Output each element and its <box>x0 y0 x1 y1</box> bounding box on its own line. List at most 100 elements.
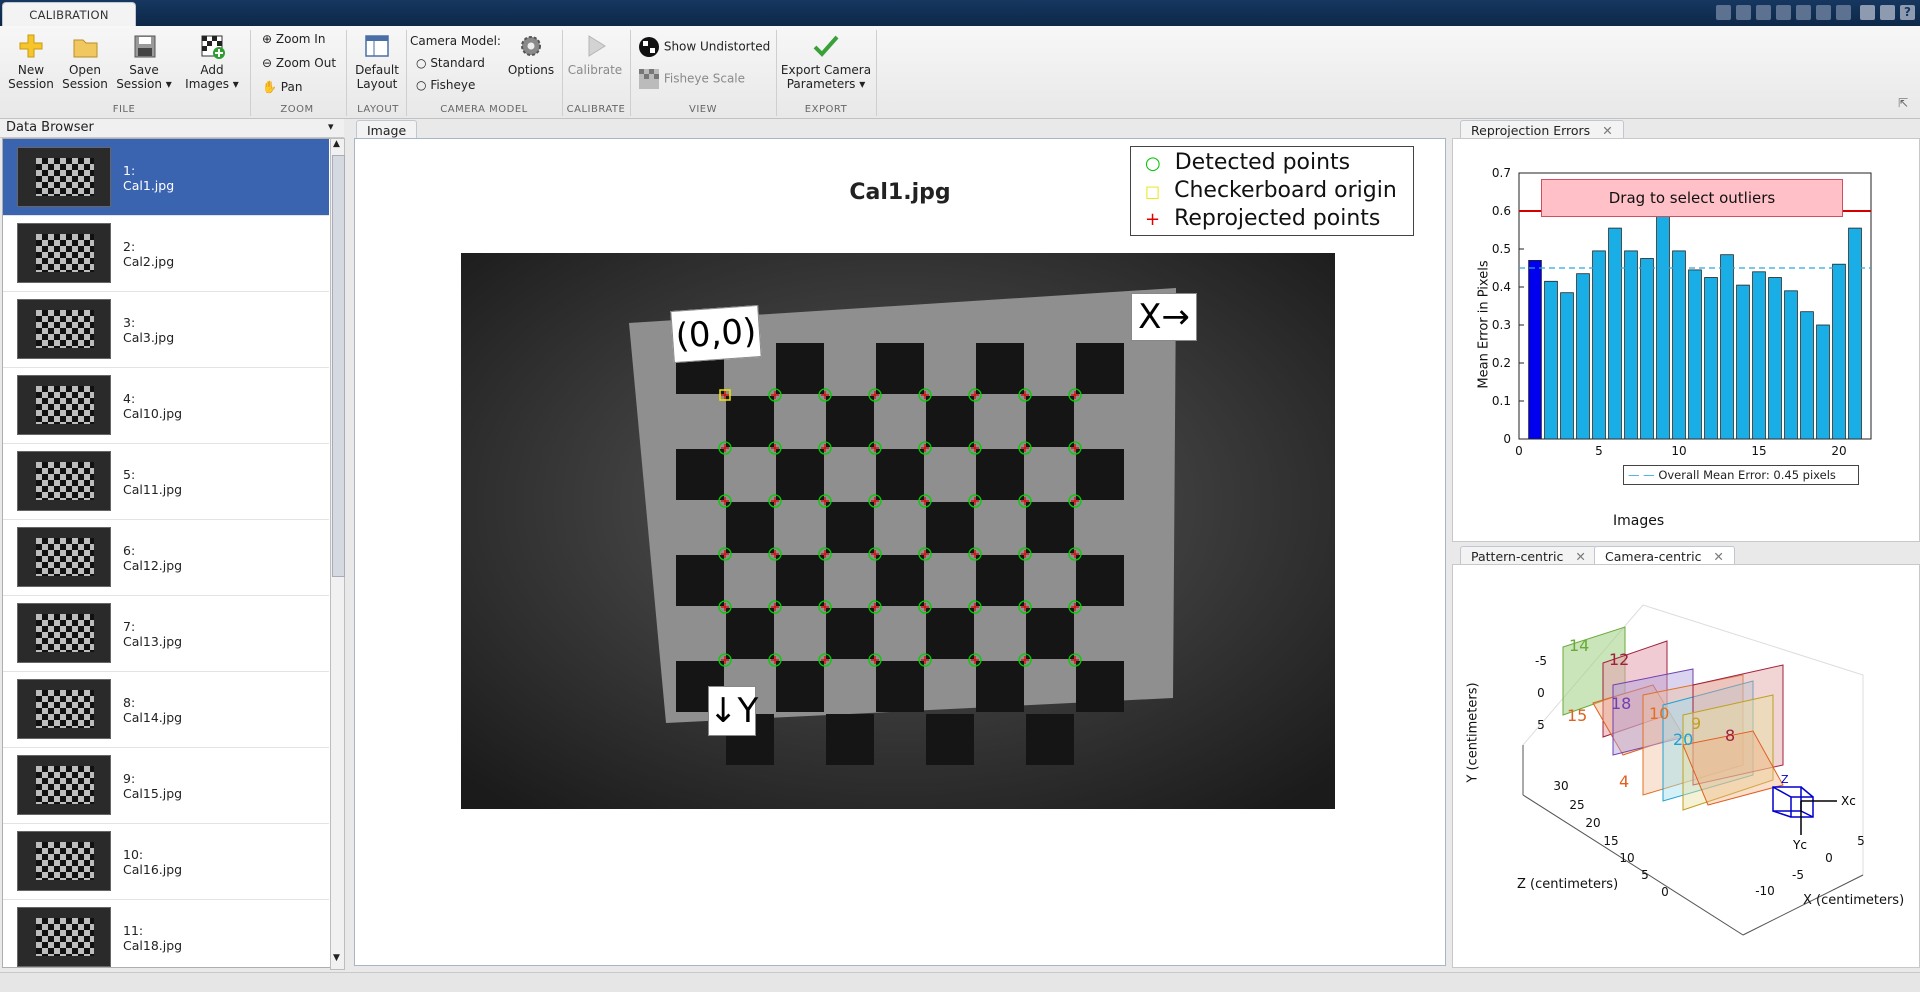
cut-icon[interactable] <box>1736 5 1751 20</box>
checker-square <box>876 661 924 712</box>
list-item[interactable]: 4: Cal10.jpg <box>3 367 329 444</box>
export-label: Export Camera <box>780 63 872 77</box>
close-icon[interactable]: ✕ <box>1575 549 1585 564</box>
image-thumbnail <box>17 147 111 207</box>
error-bar[interactable] <box>1736 284 1750 440</box>
copy-icon[interactable] <box>1756 5 1771 20</box>
panel-menu-icon[interactable]: ▾ <box>328 120 334 133</box>
list-item[interactable]: 10: Cal16.jpg <box>3 823 329 900</box>
open-session-button[interactable]: Open Session <box>58 32 112 91</box>
checker-square <box>1076 555 1124 606</box>
extrinsics-3d-plot[interactable]: -5 0 5 30 25 20 15 10 5 0 -10 -5 0 5 14 12 15 18 10 9 20 8 4 Z X… <box>1452 564 1920 968</box>
undo-icon[interactable] <box>1796 5 1811 20</box>
list-item[interactable]: 7: Cal13.jpg <box>3 595 329 672</box>
list-item[interactable]: 11: Cal18.jpg <box>3 899 329 967</box>
pattern-label: 20 <box>1673 730 1693 749</box>
drag-outliers-box[interactable]: Drag to select outliers <box>1541 179 1843 217</box>
error-bar[interactable] <box>1768 277 1782 440</box>
fisheye-label: Fisheye <box>430 78 476 92</box>
pan-button[interactable]: ✋ Pan <box>262 80 302 94</box>
error-bar[interactable] <box>1800 311 1814 440</box>
data-browser-list[interactable]: 1: Cal1.jpg 2: Cal2.jpg 3: Cal3.jpg 4: Cal10.jp… <box>2 138 332 968</box>
error-bar[interactable] <box>1560 292 1574 440</box>
error-bar[interactable] <box>1656 210 1670 440</box>
close-icon[interactable]: ✕ <box>1713 549 1723 564</box>
error-bar[interactable] <box>1832 263 1846 440</box>
z-tick-label: 20 <box>1585 816 1600 830</box>
standard-radio[interactable]: ○ Standard <box>416 56 485 70</box>
error-bar[interactable] <box>1528 260 1542 440</box>
add-images-label-2: Images ▾ <box>185 77 239 91</box>
list-item-filename: Cal11.jpg <box>123 482 183 497</box>
error-bar[interactable] <box>1688 269 1702 440</box>
reprojection-chart[interactable]: 0 0.1 0.2 0.3 0.4 0.5 0.6 0.7 0 5 10 15 20 Drag to s… <box>1452 138 1920 542</box>
close-icon[interactable]: ✕ <box>1602 123 1612 138</box>
floppy-disk-icon <box>134 35 156 58</box>
zoom-in-label: Zoom In <box>275 32 326 46</box>
error-bar[interactable] <box>1816 324 1830 440</box>
scrollbar-thumb[interactable] <box>332 155 345 577</box>
switch-windows-icon[interactable] <box>1836 5 1851 20</box>
list-item-index: 6: <box>123 543 136 558</box>
error-bar[interactable] <box>1544 280 1558 440</box>
error-bar[interactable] <box>1704 277 1718 440</box>
export-camera-parameters-button[interactable]: Export Camera Parameters ▾ <box>780 32 872 91</box>
zoom-out-button[interactable]: ⊖ Zoom Out <box>262 56 336 70</box>
list-item[interactable]: 9: Cal15.jpg <box>3 747 329 824</box>
error-bar[interactable] <box>1576 273 1590 440</box>
error-bar[interactable] <box>1672 250 1686 440</box>
save-session-button[interactable]: Save Session ▾ <box>114 32 174 91</box>
add-images-label: Add <box>200 63 224 77</box>
y-tick-label: 0.3 <box>1492 318 1511 332</box>
pattern-label: 10 <box>1649 704 1669 723</box>
checkerboard-icon <box>639 37 659 57</box>
zoom-in-icon: ⊕ <box>262 32 273 46</box>
list-item[interactable]: 6: Cal12.jpg <box>3 519 329 596</box>
scroll-up-icon[interactable]: ▲ <box>333 139 340 149</box>
list-item[interactable]: 2: Cal2.jpg <box>3 215 329 292</box>
error-bar[interactable] <box>1640 258 1654 440</box>
list-item[interactable]: 8: Cal14.jpg <box>3 671 329 748</box>
add-images-button[interactable]: Add Images ▾ <box>180 32 244 91</box>
redo-icon[interactable] <box>1816 5 1831 20</box>
data-browser-title: Data Browser <box>6 120 94 135</box>
save-icon[interactable] <box>1716 5 1731 20</box>
checker-square <box>926 502 974 553</box>
new-session-button[interactable]: New Session <box>4 32 58 91</box>
calibrate-label: Calibrate <box>567 63 623 77</box>
error-bar[interactable] <box>1752 271 1766 440</box>
fisheye-radio[interactable]: ○ Fisheye <box>416 78 475 92</box>
calibration-image[interactable] <box>461 253 1335 809</box>
paste-icon[interactable] <box>1776 5 1791 20</box>
error-bar[interactable] <box>1720 254 1734 440</box>
y-axis-label: ↓Y <box>708 686 758 736</box>
calibrate-button[interactable]: Calibrate <box>566 32 624 77</box>
list-item-filename: Cal2.jpg <box>123 254 175 269</box>
help-icon[interactable]: ? <box>1900 5 1915 20</box>
y-tick-label: 0 <box>1503 432 1511 446</box>
error-bar[interactable] <box>1592 250 1606 440</box>
data-browser-scrollbar[interactable]: ▲ ▼ <box>330 138 345 970</box>
options-button[interactable]: Options <box>506 32 556 77</box>
error-bar[interactable] <box>1608 227 1622 440</box>
tab-calibration[interactable]: CALIBRATION <box>2 2 136 28</box>
window-restore-icon[interactable] <box>1860 5 1875 20</box>
error-bar[interactable] <box>1784 290 1798 440</box>
list-item[interactable]: 3: Cal3.jpg <box>3 291 329 368</box>
checkerboard-photo <box>461 253 1335 809</box>
z-tick-label: 30 <box>1553 779 1568 793</box>
scroll-down-icon[interactable]: ▼ <box>333 953 340 963</box>
fisheye-scale-button[interactable]: Fisheye Scale <box>638 68 745 90</box>
show-undistorted-button[interactable]: Show Undistorted <box>638 36 770 58</box>
minimize-ribbon-icon[interactable] <box>1880 5 1895 20</box>
view-group-label: VIEW <box>689 104 717 115</box>
collapse-ribbon-icon[interactable]: ⇱ <box>1898 96 1908 110</box>
list-item[interactable]: 1: Cal1.jpg <box>3 139 329 216</box>
new-session-label-2: Session <box>8 77 54 91</box>
list-item[interactable]: 5: Cal11.jpg <box>3 443 329 520</box>
default-layout-button[interactable]: Default Layout <box>352 32 402 91</box>
error-bar[interactable] <box>1848 227 1862 440</box>
camera-axis-label: Z <box>1781 773 1789 786</box>
error-bar[interactable] <box>1624 250 1638 440</box>
zoom-in-button[interactable]: ⊕ Zoom In <box>262 32 325 46</box>
